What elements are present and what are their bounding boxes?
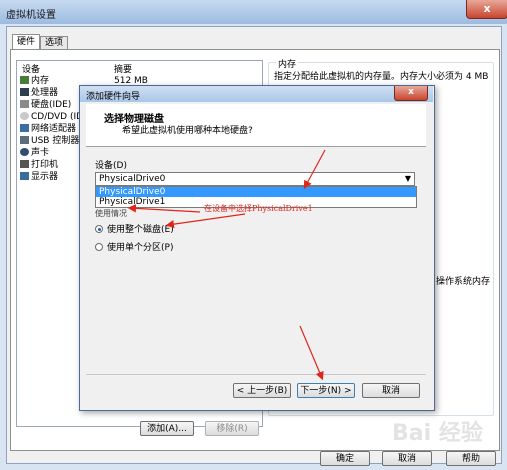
arrow-to-select bbox=[303, 149, 326, 190]
arrow-to-radio bbox=[165, 213, 246, 229]
watermark: Bai 经验 bbox=[392, 421, 483, 446]
arrow-to-option bbox=[127, 204, 201, 213]
arrow-to-next bbox=[299, 325, 324, 381]
annotation-arrows bbox=[127, 149, 326, 381]
